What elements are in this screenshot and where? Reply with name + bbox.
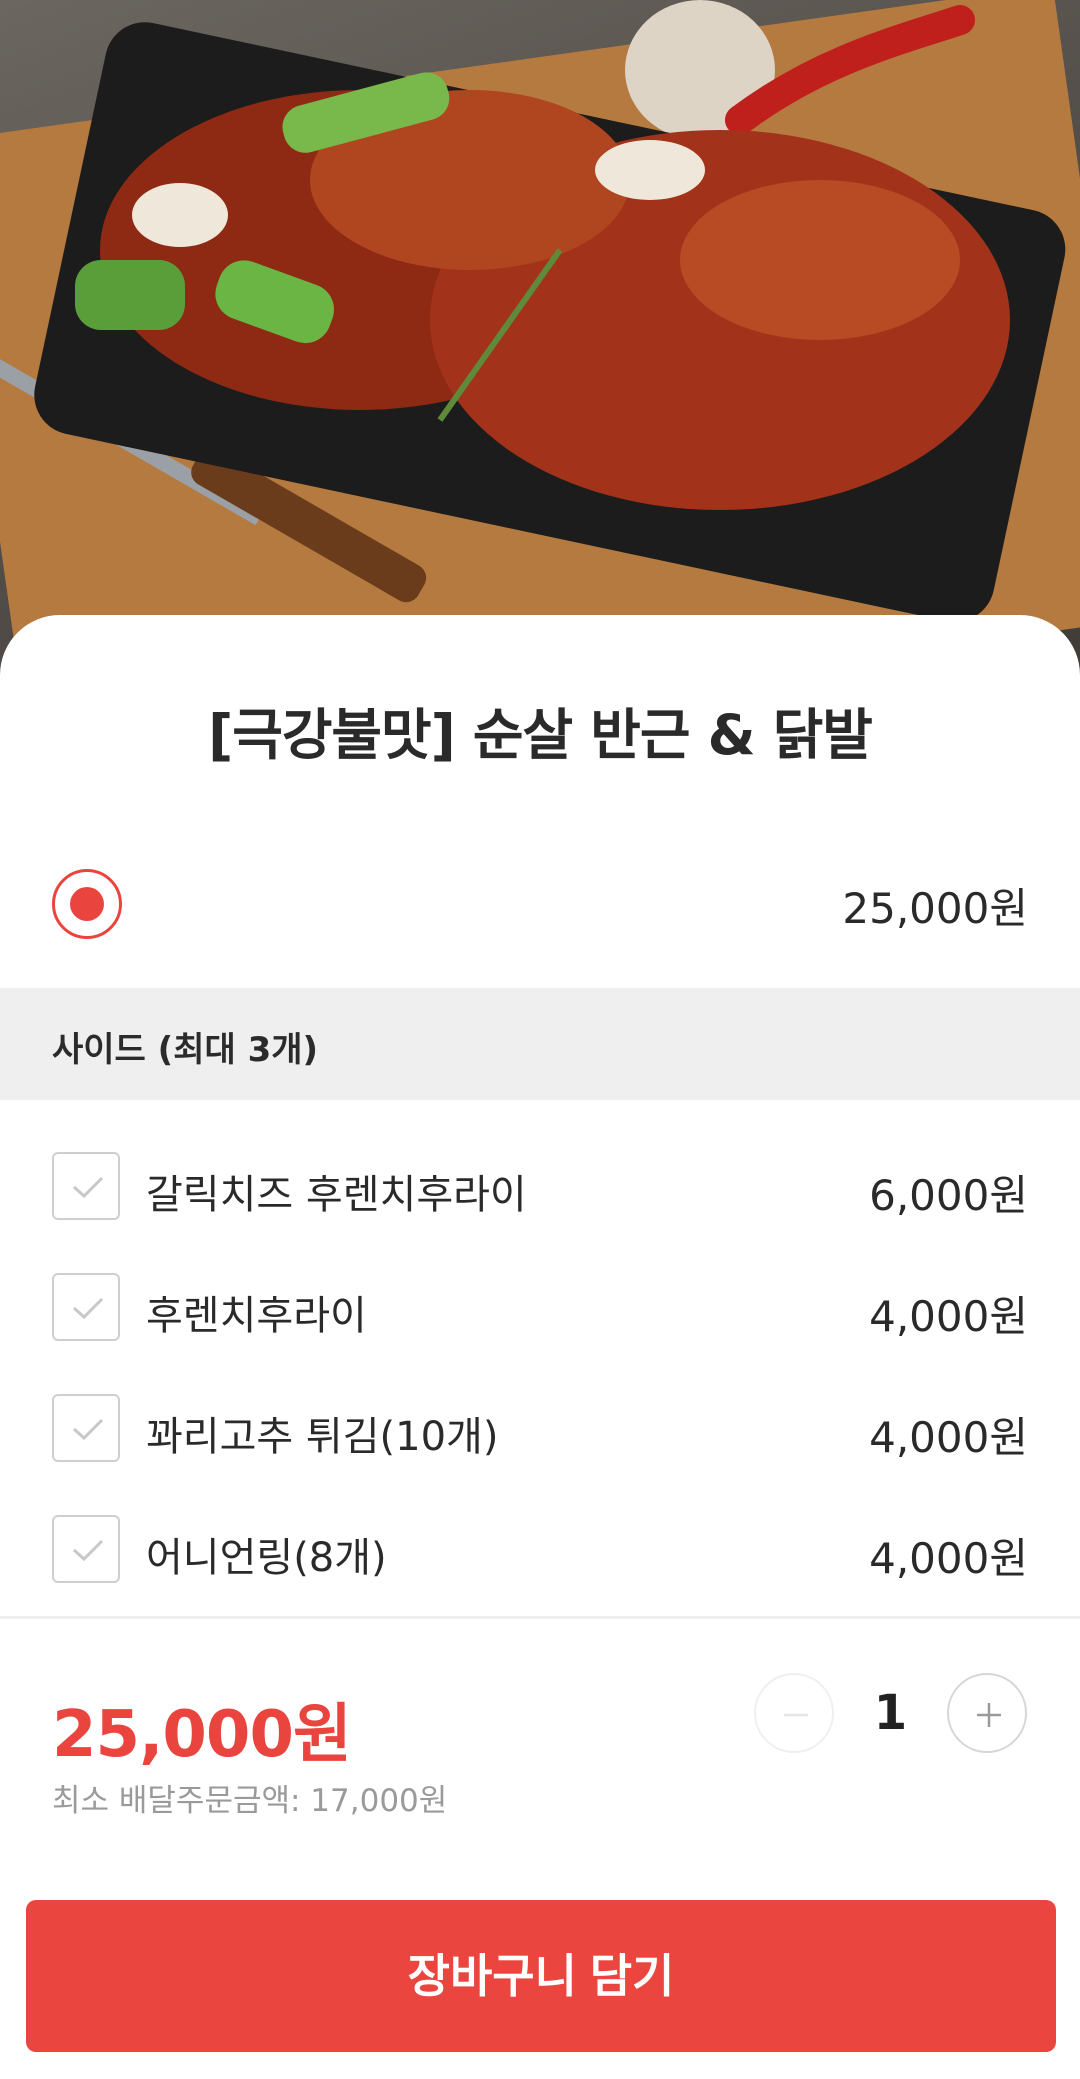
side-options-list: 갈릭치즈 후렌치후라이 6,000원 후렌치후라이 4,000원 꽈리고추 튀김… bbox=[0, 1120, 1080, 1604]
side-option-label: 갈릭치즈 후렌치후라이 bbox=[146, 1172, 527, 1218]
side-section-title: 사이드 (최대 3개) bbox=[52, 1030, 319, 1070]
radio-selected-dot bbox=[70, 887, 104, 921]
min-order-amount: 최소 배달주문금액: 17,000원 bbox=[52, 1783, 448, 1819]
total-price: 25,000원 bbox=[52, 1698, 352, 1772]
base-option-row[interactable]: 25,000원 bbox=[0, 865, 1080, 975]
quantity-increase-button[interactable] bbox=[947, 1673, 1027, 1753]
check-icon bbox=[72, 1539, 104, 1562]
quantity-decrease-button[interactable] bbox=[754, 1673, 834, 1753]
side-option-onion-rings[interactable]: 어니언링(8개) 4,000원 bbox=[0, 1483, 1080, 1604]
side-option-checkbox[interactable] bbox=[52, 1515, 120, 1583]
side-option-shishito-pepper[interactable]: 꽈리고추 튀김(10개) 4,000원 bbox=[0, 1362, 1080, 1483]
side-option-checkbox[interactable] bbox=[52, 1394, 120, 1462]
side-option-checkbox[interactable] bbox=[52, 1273, 120, 1341]
side-option-label: 어니언링(8개) bbox=[146, 1535, 387, 1581]
base-price: 25,000원 bbox=[842, 884, 1028, 933]
side-option-price: 4,000원 bbox=[869, 1534, 1028, 1583]
base-option-radio[interactable] bbox=[52, 869, 122, 939]
product-title: [극강불맛] 순살 반근 & 닭발 bbox=[208, 703, 873, 767]
check-icon bbox=[72, 1418, 104, 1441]
side-option-french-fries[interactable]: 후렌치후라이 4,000원 bbox=[0, 1241, 1080, 1362]
side-option-label: 후렌치후라이 bbox=[146, 1293, 367, 1339]
side-option-price: 6,000원 bbox=[869, 1171, 1028, 1220]
side-option-label: 꽈리고추 튀김(10개) bbox=[146, 1414, 499, 1460]
side-option-garlic-cheese-fries[interactable]: 갈릭치즈 후렌치후라이 6,000원 bbox=[0, 1120, 1080, 1241]
plus-icon bbox=[977, 1703, 1001, 1727]
quantity-value: 1 bbox=[873, 1685, 908, 1741]
side-option-checkbox[interactable] bbox=[52, 1152, 120, 1220]
side-option-price: 4,000원 bbox=[869, 1413, 1028, 1462]
side-section-header: 사이드 (최대 3개) bbox=[0, 988, 1080, 1100]
side-option-price: 4,000원 bbox=[869, 1292, 1028, 1341]
minus-icon bbox=[784, 1713, 808, 1717]
check-icon bbox=[72, 1297, 104, 1320]
divider bbox=[0, 1616, 1080, 1619]
check-icon bbox=[72, 1176, 104, 1199]
product-image bbox=[0, 0, 1080, 680]
add-to-cart-button[interactable]: 장바구니 담기 bbox=[26, 1900, 1056, 2052]
